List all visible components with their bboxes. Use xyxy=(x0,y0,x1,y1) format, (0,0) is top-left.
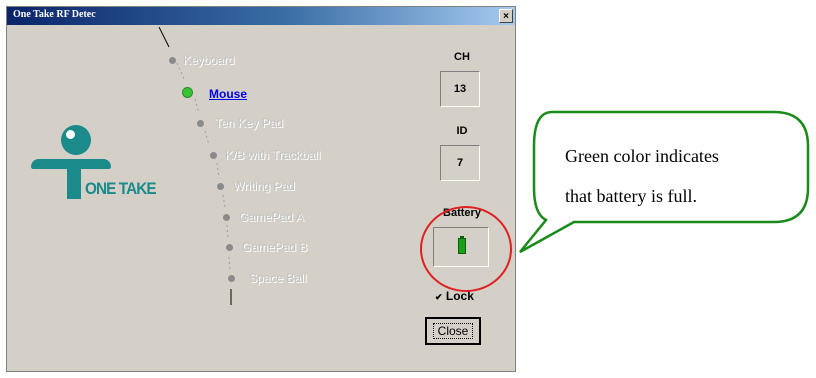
device-dot-7 xyxy=(228,275,235,282)
close-button[interactable]: Close xyxy=(425,317,481,345)
close-button-label: Close xyxy=(432,323,474,339)
device-item-ten-key-pad[interactable]: Ten Key Pad xyxy=(215,116,283,130)
device-dot-5 xyxy=(223,214,230,221)
device-dot-0 xyxy=(169,57,176,64)
device-dot-active xyxy=(183,88,192,97)
device-item-gamepad-b[interactable]: GamePad B xyxy=(242,240,307,254)
callout-line-2: that battery is full. xyxy=(565,186,697,206)
id-value-box: 7 xyxy=(440,145,480,181)
ch-value-box: 13 xyxy=(440,71,480,107)
device-item-keyboard[interactable]: Keyboard xyxy=(183,53,234,67)
device-dot-2 xyxy=(197,120,204,127)
device-item-mouse[interactable]: Mouse xyxy=(209,87,247,101)
battery-highlight-circle xyxy=(420,206,512,292)
device-item-kb-trackball[interactable]: K/B with Trackball xyxy=(225,148,320,162)
lock-check-icon: ✔ xyxy=(435,292,443,302)
device-dot-3 xyxy=(210,152,217,159)
callout-line-1: Green color indicates xyxy=(565,146,719,166)
close-icon[interactable]: × xyxy=(499,9,513,23)
device-item-gamepad-a[interactable]: GamePad A xyxy=(239,210,304,224)
ch-label: CH xyxy=(454,51,470,63)
device-dot-6 xyxy=(226,244,233,251)
id-label: ID xyxy=(456,125,468,137)
rf-detect-window: One Take RF Detec × ONE TAKE Keyboard Mo… xyxy=(6,6,516,372)
device-item-writing-pad[interactable]: Writing Pad xyxy=(233,179,295,193)
device-item-space-ball[interactable]: Space Ball xyxy=(249,271,306,285)
device-dot-4 xyxy=(217,183,224,190)
